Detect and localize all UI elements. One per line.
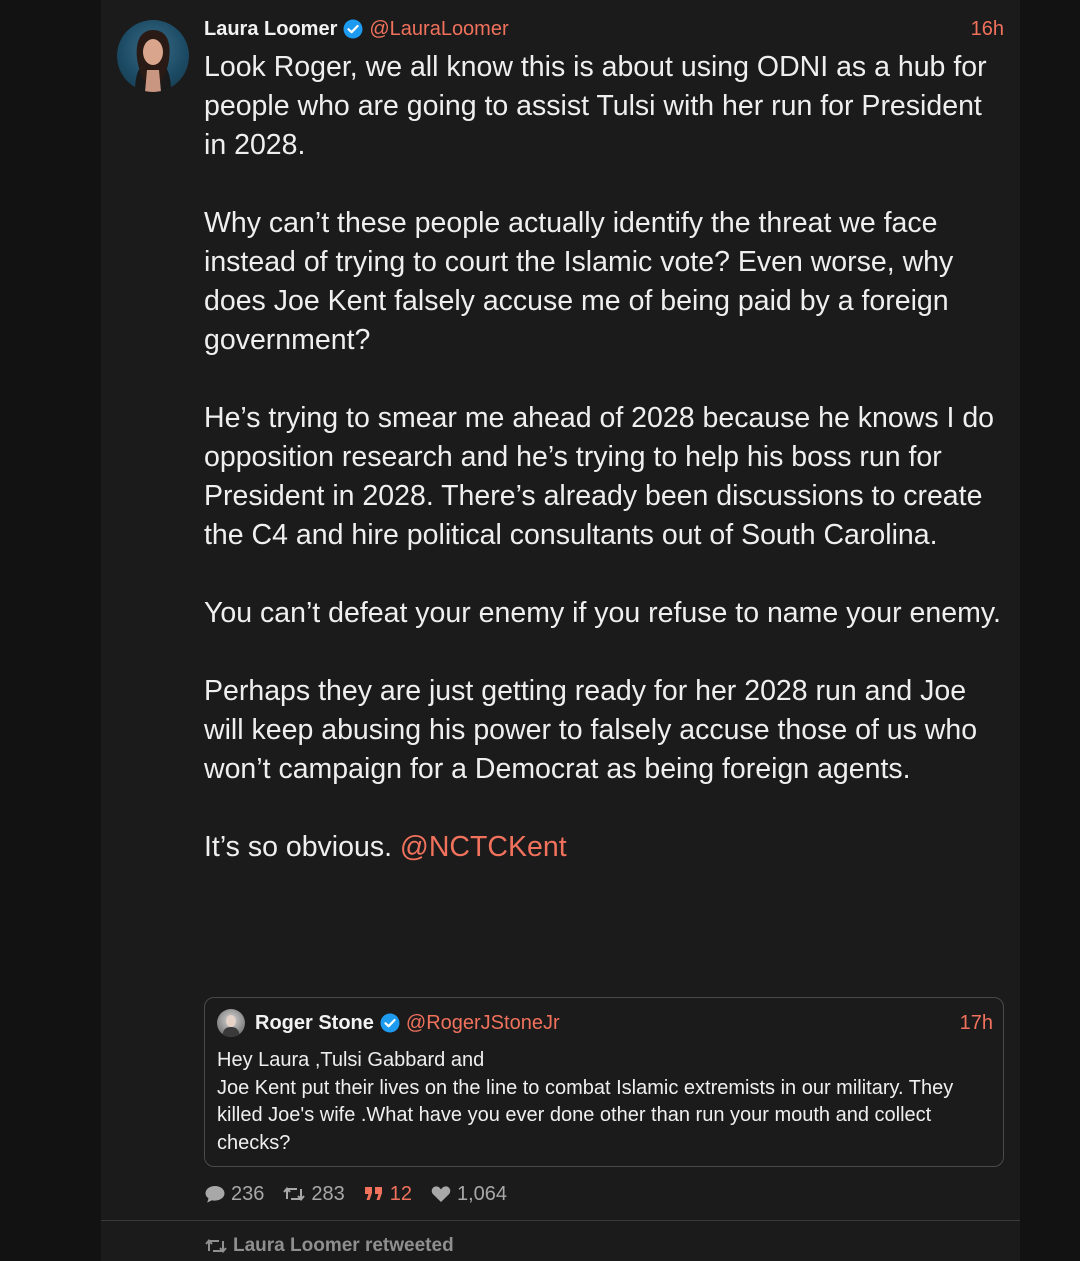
quoted-tweet-text: Hey Laura ,Tulsi Gabbard and Joe Kent pu… <box>217 1049 954 1154</box>
author-name[interactable]: Laura Loomer <box>204 18 337 41</box>
mention-link[interactable]: @NCTCKent <box>400 831 567 863</box>
tweet-header: Laura Loomer @LauraLoomer 16h <box>204 14 1004 44</box>
reply-icon <box>205 1186 225 1203</box>
like-count: 1,064 <box>457 1182 508 1205</box>
verified-badge-icon <box>343 19 363 39</box>
tweet-text: Look Roger, we all know this is about us… <box>204 48 1004 867</box>
tweet-time[interactable]: 16h <box>971 18 1004 41</box>
retweeted-label: Laura Loomer retweeted <box>233 1235 454 1256</box>
like-button[interactable]: 1,064 <box>430 1183 507 1206</box>
quoted-author-name[interactable]: Roger Stone <box>255 1012 374 1035</box>
retweet-icon <box>205 1238 227 1254</box>
tweet-paragraph: Look Roger, we all know this is about us… <box>204 51 987 161</box>
tweet-paragraph: He’s trying to smear me ahead of 2028 be… <box>204 402 995 551</box>
tweet-last-paragraph: It’s so obvious. @NCTCKent <box>204 828 1004 867</box>
retweeted-indicator[interactable]: Laura Loomer retweeted <box>204 1235 454 1257</box>
tweet-paragraph: Why can’t these people actually identify… <box>204 207 954 356</box>
author-handle[interactable]: @LauraLoomer <box>369 18 508 41</box>
retweet-icon <box>283 1186 306 1202</box>
quoted-tweet-header: Roger Stone @RogerJStoneJr 17h <box>217 1008 993 1038</box>
quoted-tweet[interactable]: Roger Stone @RogerJStoneJr 17h Hey Laura… <box>204 997 1004 1167</box>
quote-icon <box>364 1187 382 1200</box>
quoted-author-handle[interactable]: @RogerJStoneJr <box>406 1012 560 1035</box>
like-icon <box>431 1186 451 1202</box>
quoted-avatar[interactable] <box>217 1009 245 1037</box>
retweet-count: 283 <box>311 1182 345 1205</box>
quote-button[interactable]: 12 <box>363 1183 412 1206</box>
timeline-column: Laura Loomer @LauraLoomer 16h Look Roger… <box>101 0 1020 1261</box>
verified-badge-icon <box>380 1013 400 1033</box>
tweet-last-text: It’s so obvious. <box>204 831 400 863</box>
reply-button[interactable]: 236 <box>204 1183 264 1206</box>
tweet[interactable]: Laura Loomer @LauraLoomer 16h Look Roger… <box>101 0 1020 1220</box>
tweet-paragraph: Perhaps they are just getting ready for … <box>204 675 978 785</box>
tweet-stats: 236 283 12 1,064 <box>204 1180 525 1208</box>
quote-count: 12 <box>389 1182 412 1205</box>
avatar[interactable] <box>117 20 189 92</box>
divider <box>101 1220 1020 1221</box>
tweet-paragraph: You can’t defeat your enemy if you refus… <box>204 597 1001 629</box>
quoted-tweet-time[interactable]: 17h <box>960 1012 993 1035</box>
retweet-button[interactable]: 283 <box>282 1182 345 1206</box>
page: Laura Loomer @LauraLoomer 16h Look Roger… <box>0 0 1080 1261</box>
reply-count: 236 <box>231 1182 265 1205</box>
